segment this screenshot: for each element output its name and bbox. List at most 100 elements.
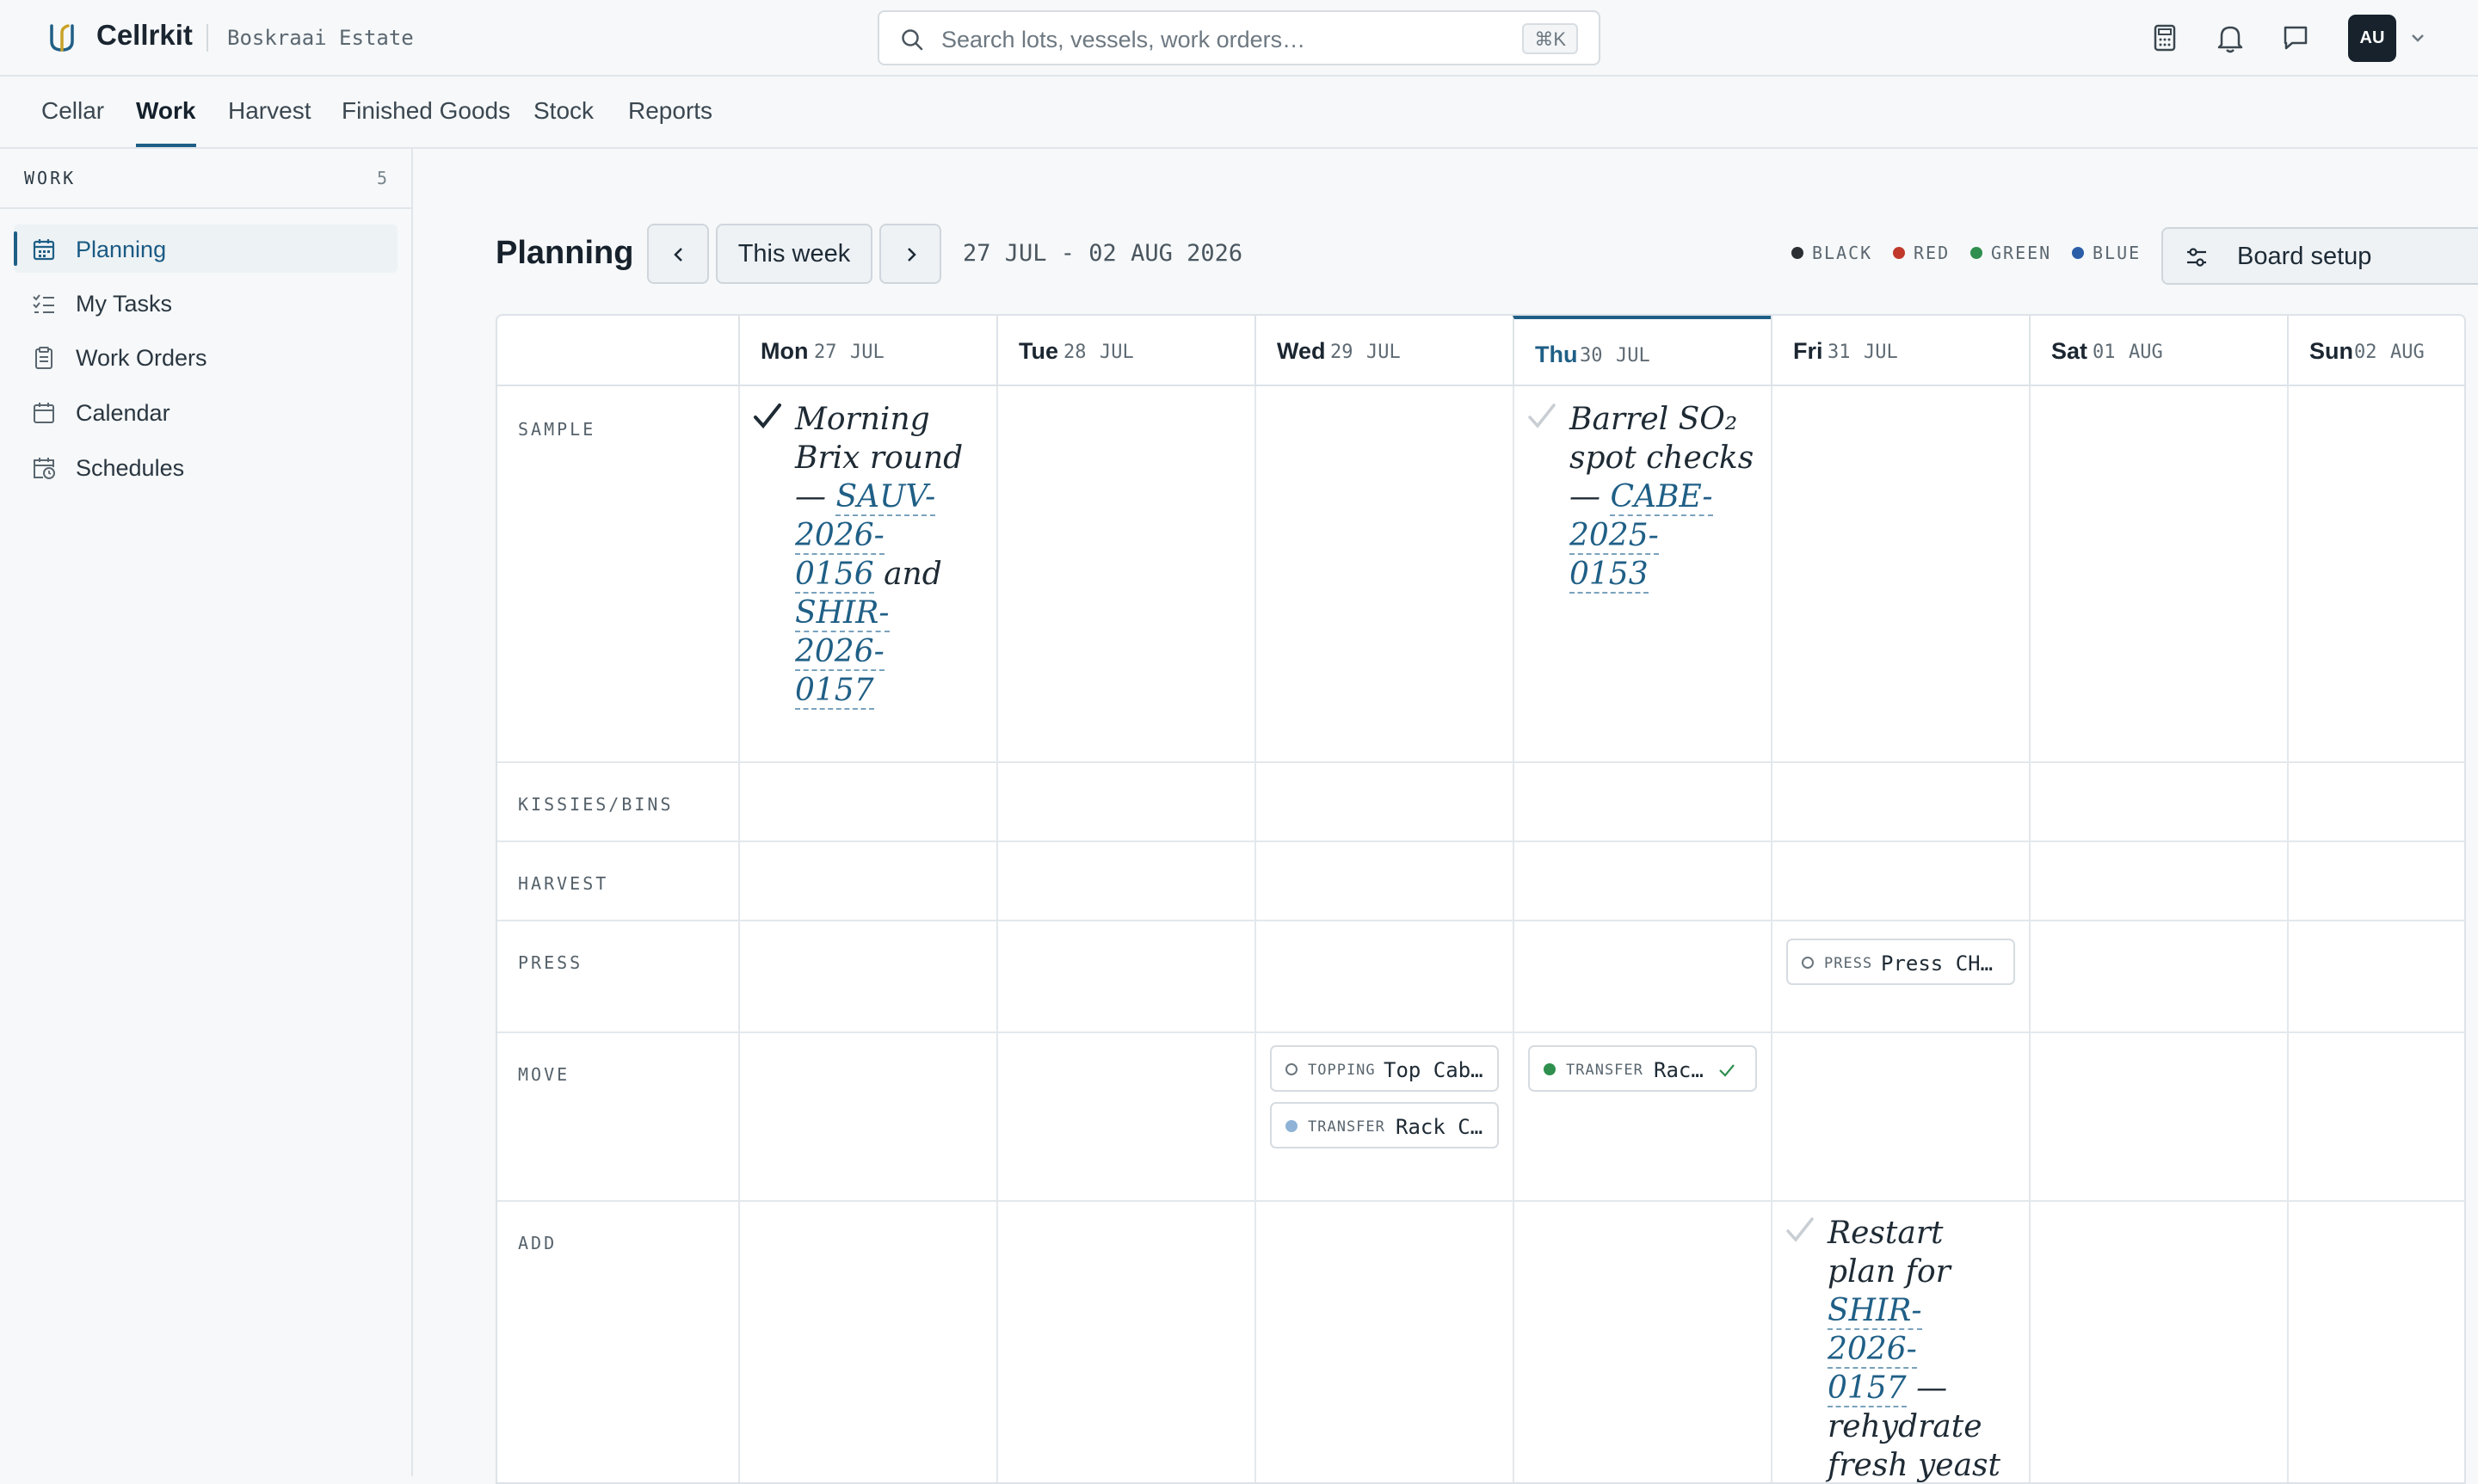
row-label-add: ADD [518, 1233, 558, 1253]
column-divider [2287, 386, 2289, 1482]
lot-link[interactable]: SHIR- [1828, 1293, 1922, 1330]
app-name: Cellrkit [96, 19, 193, 51]
messages-icon[interactable] [2277, 19, 2315, 57]
planning-main: Planning This week 27 JUL - 02 AUG 2026 … [415, 149, 2478, 1484]
legend-dot [1791, 247, 1803, 259]
sidebar-item-label: Work Orders [76, 345, 207, 371]
day-header-thu[interactable]: Thu 30 JUL [1513, 316, 1771, 386]
sliders-icon [2187, 248, 2206, 267]
search-input[interactable]: Search lots, vessels, work orders… [941, 27, 1305, 53]
status-dot [1285, 1120, 1298, 1132]
column-divider [1771, 386, 1772, 1482]
legend-dot [1970, 247, 1982, 259]
lot-link[interactable]: 2026- [795, 518, 885, 555]
sidebar-divider [0, 207, 411, 209]
date-range: 27 JUL - 02 AUG 2026 [963, 240, 1243, 267]
day-header-sat[interactable]: Sat 01 AUG [2029, 316, 2287, 386]
work-card-type: TRANSFER [1308, 1118, 1385, 1136]
work-card-type: PRESS [1824, 955, 1873, 972]
legend-blue: BLUE [2072, 243, 2141, 263]
estate-name: Boskraai Estate [227, 26, 414, 50]
row-label-harvest: HARVEST [518, 873, 609, 894]
tab-cellar[interactable]: Cellar [41, 97, 104, 144]
board-setup-label: Board setup [2237, 243, 2372, 270]
day-header-fri[interactable]: Fri 31 JUL [1771, 316, 2029, 386]
sidebar-item-schedules[interactable]: Schedules [14, 443, 398, 491]
day-header-sun[interactable]: Sun 02 AUG [2287, 316, 2464, 386]
sticky-note-brix-round[interactable]: Morning Brix round — SAUV- 2026- 0156 an… [754, 400, 976, 710]
lot-link[interactable]: 2026- [1828, 1332, 1917, 1369]
tab-work[interactable]: Work [136, 97, 196, 147]
user-avatar[interactable]: AU [2348, 15, 2396, 62]
checkmark-icon[interactable] [1525, 400, 1559, 434]
sidebar-item-work-orders[interactable]: Work Orders [14, 333, 398, 381]
lot-link[interactable]: 2025- [1569, 518, 1659, 555]
sticky-note-so2-checks[interactable]: Barrel SO₂ spot checks — CABE- 2025- 015… [1528, 400, 1759, 594]
legend-green: GREEN [1970, 243, 2051, 263]
column-divider [738, 386, 740, 1482]
tab-finished-goods[interactable]: Finished Goods [342, 97, 510, 144]
row-label-press: PRESS [518, 952, 583, 973]
work-card-transfer-done[interactable]: TRANSFER Rac… [1528, 1045, 1757, 1092]
sidebar-item-label: My Tasks [76, 291, 173, 317]
prev-week-button[interactable] [647, 224, 709, 284]
day-header-mon[interactable]: Mon 27 JUL [738, 316, 996, 386]
sticky-note-restart-plan[interactable]: Restart plan for SHIR- 2026- 0157 — rehy… [1786, 1214, 2025, 1482]
sidebar-item-my-tasks[interactable]: My Tasks [14, 279, 398, 327]
next-week-button[interactable] [879, 224, 941, 284]
sidebar-item-calendar[interactable]: Calendar [14, 388, 398, 436]
column-divider [1513, 386, 1514, 1482]
row-label-move: MOVE [518, 1064, 570, 1085]
checklist-icon [33, 294, 54, 313]
lot-link[interactable]: 0156 [795, 557, 874, 594]
search-icon [902, 29, 923, 51]
work-card-topping[interactable]: TOPPING Top Cab… [1270, 1045, 1499, 1092]
lot-link[interactable]: 0157 [795, 673, 874, 710]
sidebar-item-label: Planning [76, 237, 167, 262]
this-week-button[interactable]: This week [716, 224, 872, 284]
tab-stock[interactable]: Stock [533, 97, 594, 144]
column-divider [996, 386, 998, 1482]
lot-link[interactable]: SHIR- [795, 595, 890, 632]
lot-link[interactable]: 0153 [1569, 557, 1649, 594]
search-shortcut-badge: ⌘K [1522, 23, 1578, 54]
main-nav: Cellar Work Harvest Finished Goods Stock… [0, 77, 2478, 149]
row-label-kissies-bins: KISSIES/BINS [518, 794, 674, 815]
work-card-press[interactable]: PRESS Press CH… [1786, 939, 2015, 985]
work-card-title: Rac… [1654, 1058, 1704, 1082]
row-divider [497, 1200, 2464, 1202]
top-bar: Cellrkit Boskraai Estate Search lots, ve… [0, 0, 2478, 77]
lot-link[interactable]: CABE- [1610, 479, 1713, 516]
cellrkit-logo-icon[interactable] [45, 21, 79, 55]
work-card-type: TRANSFER [1566, 1062, 1643, 1079]
status-dot [1802, 957, 1814, 969]
checkmark-icon[interactable] [750, 400, 785, 434]
calendar-icon [34, 403, 54, 423]
legend-dot [2072, 247, 2084, 259]
search-bar[interactable]: Search lots, vessels, work orders… ⌘K [878, 10, 1600, 65]
legend-black: BLACK [1791, 243, 1872, 263]
lot-link[interactable]: 0157 [1828, 1370, 1907, 1407]
lot-link[interactable]: 2026- [795, 634, 885, 671]
day-header-wed[interactable]: Wed 29 JUL [1254, 316, 1513, 386]
checkmark-icon[interactable] [1783, 1214, 1817, 1248]
check-icon [1719, 1064, 1735, 1077]
sidebar-item-planning[interactable]: Planning [14, 225, 398, 273]
work-card-transfer[interactable]: TRANSFER Rack C… [1270, 1102, 1499, 1148]
row-label-sample: SAMPLE [518, 419, 596, 440]
sidebar-item-label: Schedules [76, 455, 185, 481]
chevron-right-icon [908, 248, 916, 262]
calculator-icon[interactable] [2146, 19, 2184, 57]
chevron-down-icon[interactable] [2407, 28, 2428, 48]
lot-link[interactable]: SAUV- [835, 479, 936, 516]
row-divider [497, 841, 2464, 842]
board-setup-button[interactable]: Board setup [2161, 227, 2478, 285]
tab-harvest[interactable]: Harvest [228, 97, 311, 144]
bell-icon[interactable] [2211, 19, 2249, 57]
clipboard-icon [35, 347, 52, 369]
tab-reports[interactable]: Reports [628, 97, 712, 144]
day-header-tue[interactable]: Tue 28 JUL [996, 316, 1254, 386]
sidebar-item-label: Calendar [76, 400, 170, 426]
calendar-grid-icon [33, 239, 55, 261]
status-dot [1544, 1063, 1556, 1075]
